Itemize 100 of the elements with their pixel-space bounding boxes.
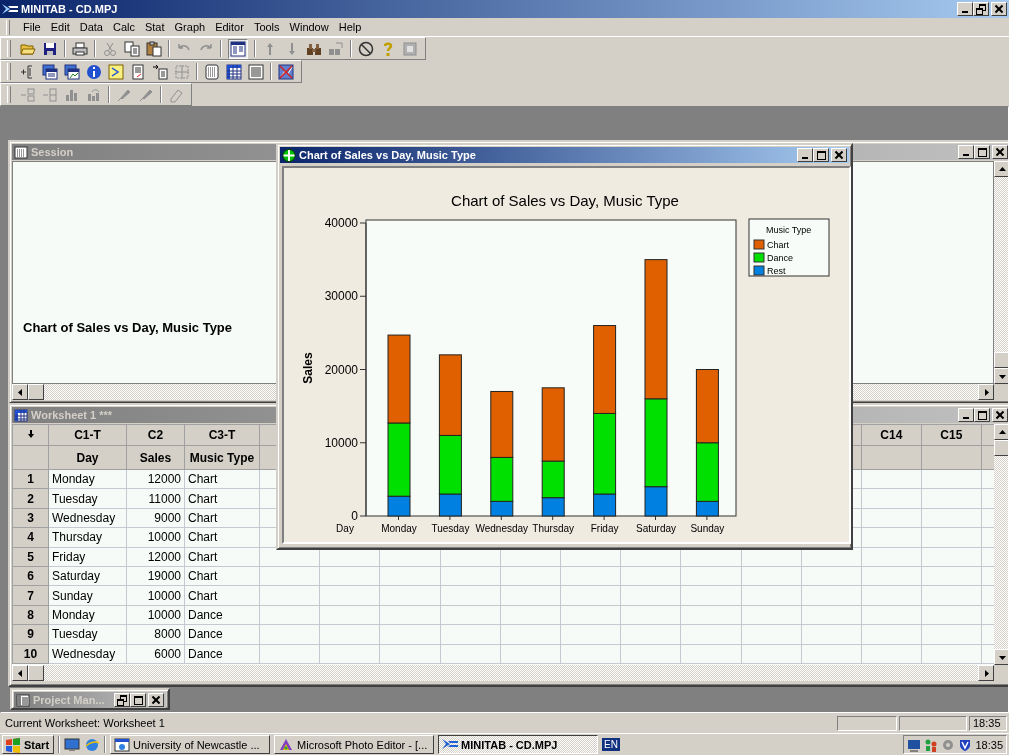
table-cell[interactable]: Sunday bbox=[48, 585, 127, 606]
copy-icon[interactable] bbox=[124, 40, 140, 57]
close-button[interactable] bbox=[148, 693, 164, 707]
table-cell[interactable]: Monday bbox=[48, 605, 127, 625]
grid-icon[interactable] bbox=[226, 63, 242, 80]
table-cell[interactable]: Wednesday bbox=[48, 508, 127, 528]
table-cell[interactable] bbox=[861, 527, 922, 548]
menu-item[interactable]: Graph bbox=[169, 20, 211, 34]
table-cell[interactable]: Chart bbox=[184, 469, 260, 489]
table-cell[interactable] bbox=[861, 488, 922, 509]
table-cell[interactable]: Friday bbox=[48, 547, 127, 567]
table-cell[interactable] bbox=[861, 566, 922, 586]
start-button[interactable]: Start bbox=[2, 735, 55, 754]
table-cell[interactable]: Dance bbox=[184, 644, 260, 664]
restore-button[interactable] bbox=[973, 2, 989, 16]
stacked-windows-icon[interactable] bbox=[42, 63, 58, 80]
crossed-chart-icon[interactable] bbox=[278, 63, 294, 80]
taskbar-button[interactable]: MINITAB - CD.MPJ bbox=[438, 735, 599, 754]
browser-icon[interactable] bbox=[84, 736, 101, 753]
column-header[interactable]: C3-T bbox=[184, 424, 260, 446]
table-cell[interactable]: 19000 bbox=[126, 566, 185, 586]
table-cell[interactable] bbox=[921, 644, 982, 664]
scroll-right-icon[interactable] bbox=[982, 669, 990, 677]
scroll-up-icon[interactable] bbox=[998, 428, 1006, 436]
column-header[interactable]: C1-T bbox=[48, 424, 127, 446]
maximize-button[interactable] bbox=[130, 693, 146, 707]
table-cell[interactable] bbox=[921, 605, 982, 625]
maximize-button[interactable] bbox=[813, 148, 829, 162]
table-cell[interactable]: Chart bbox=[184, 566, 260, 586]
table-cell[interactable]: 10000 bbox=[126, 527, 185, 548]
table-cell[interactable]: Chart bbox=[184, 488, 260, 509]
scroll-icon[interactable] bbox=[204, 63, 220, 80]
table-cell[interactable]: Chart bbox=[184, 527, 260, 548]
menu-item[interactable]: Editor bbox=[210, 20, 249, 34]
desktop-icon[interactable] bbox=[64, 736, 81, 753]
window-list-icon[interactable] bbox=[228, 38, 248, 59]
menu-item[interactable]: Tools bbox=[248, 20, 285, 34]
close-button[interactable] bbox=[992, 408, 1008, 422]
table-cell[interactable]: 9000 bbox=[126, 508, 185, 528]
table-cell[interactable] bbox=[921, 547, 982, 567]
table-cell[interactable]: Wednesday bbox=[48, 644, 127, 664]
menu-item[interactable]: Stat bbox=[139, 20, 170, 34]
table-cell[interactable] bbox=[861, 547, 922, 567]
table-cell[interactable] bbox=[921, 585, 982, 606]
vertical-scrollbar[interactable] bbox=[994, 161, 1008, 384]
column-header[interactable]: C2 bbox=[126, 424, 185, 446]
minimize-button[interactable] bbox=[957, 2, 973, 16]
vertical-scrollbar[interactable] bbox=[994, 424, 1008, 665]
table-cell[interactable] bbox=[921, 508, 982, 528]
horizontal-scrollbar[interactable] bbox=[12, 384, 994, 400]
close-button[interactable] bbox=[991, 2, 1007, 16]
table-cell[interactable] bbox=[921, 624, 982, 644]
table-cell[interactable] bbox=[861, 605, 922, 625]
table-cell[interactable]: Tuesday bbox=[48, 488, 127, 509]
close-button[interactable] bbox=[992, 145, 1008, 159]
table-cell[interactable]: Thursday bbox=[48, 527, 127, 548]
taskbar-button[interactable]: Microsoft Photo Editor - [... bbox=[274, 735, 435, 754]
table-cell[interactable]: Dance bbox=[184, 605, 260, 625]
table-cell[interactable] bbox=[861, 508, 922, 528]
scroll-down-icon[interactable] bbox=[998, 653, 1006, 661]
table-cell[interactable]: 10000 bbox=[126, 585, 185, 606]
menu-item[interactable]: Calc bbox=[107, 20, 140, 34]
table-cell[interactable]: 12000 bbox=[126, 469, 185, 489]
table-cell[interactable]: 11000 bbox=[126, 488, 185, 509]
menu-item[interactable]: Data bbox=[74, 20, 108, 34]
table-cell[interactable]: Monday bbox=[48, 469, 127, 489]
scroll-thumb[interactable] bbox=[994, 440, 1008, 456]
people-icon[interactable] bbox=[924, 737, 939, 752]
table-cell[interactable]: 6000 bbox=[126, 644, 185, 664]
close-button[interactable] bbox=[831, 148, 847, 162]
minimize-button[interactable] bbox=[797, 148, 813, 162]
table-cell[interactable]: Tuesday bbox=[48, 624, 127, 644]
monitor-icon[interactable] bbox=[907, 737, 922, 752]
table-cell[interactable]: Chart bbox=[184, 547, 260, 567]
table-cell[interactable]: 8000 bbox=[126, 624, 185, 644]
stacked-chart-windows-icon[interactable] bbox=[64, 63, 80, 80]
table-cell[interactable] bbox=[921, 488, 982, 509]
table-cell[interactable]: Dance bbox=[184, 624, 260, 644]
scroll-left-icon[interactable] bbox=[16, 669, 24, 677]
dotted-grid-icon[interactable] bbox=[174, 63, 190, 80]
down-arrow-icon[interactable] bbox=[26, 429, 35, 439]
table-cell[interactable] bbox=[921, 566, 982, 586]
language-indicator[interactable]: EN bbox=[602, 738, 620, 751]
paste-icon[interactable] bbox=[146, 40, 162, 57]
minimize-button[interactable] bbox=[958, 145, 974, 159]
printer-icon[interactable] bbox=[72, 40, 88, 57]
table-cell[interactable] bbox=[861, 469, 922, 489]
table-cell[interactable] bbox=[861, 644, 922, 664]
shield-icon[interactable] bbox=[958, 737, 973, 752]
column-header[interactable]: C15 bbox=[921, 424, 982, 446]
horizontal-scrollbar[interactable] bbox=[12, 665, 994, 681]
restore-button[interactable] bbox=[114, 693, 130, 707]
maximize-button[interactable] bbox=[974, 145, 990, 159]
table-cell[interactable]: Chart bbox=[184, 585, 260, 606]
info-icon[interactable] bbox=[86, 63, 102, 80]
table-cell[interactable]: 12000 bbox=[126, 547, 185, 567]
taskbar-button[interactable]: University of Newcastle ... bbox=[110, 735, 271, 754]
prompt-icon[interactable] bbox=[108, 63, 124, 80]
arrow-document-icon[interactable] bbox=[152, 63, 168, 80]
scroll-thumb[interactable] bbox=[994, 352, 1008, 368]
